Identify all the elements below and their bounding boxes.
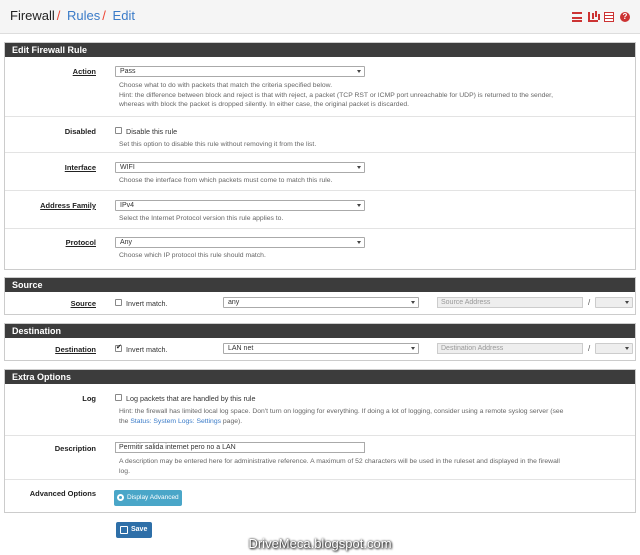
protocol-row: Protocol Any Choose which IP protocol th… xyxy=(5,229,635,267)
log-row: Log Log packets that are handled by this… xyxy=(5,384,635,436)
destination-invert-checkbox[interactable] xyxy=(115,343,122,352)
section-title-edit: Edit Firewall Rule xyxy=(5,43,635,57)
destination-mask-select[interactable] xyxy=(595,343,633,354)
disabled-help: Set this option to disable this rule wit… xyxy=(119,141,317,148)
chevron-down-icon xyxy=(357,241,361,244)
chevron-down-icon xyxy=(411,301,415,304)
destination-address-input[interactable]: Destination Address xyxy=(437,343,583,354)
section-title-destination: Destination xyxy=(5,324,635,338)
breadcrumb-edit: Edit xyxy=(112,8,135,23)
action-help: Choose what to do with packets that matc… xyxy=(119,81,553,110)
extra-options-panel: Extra Options Log Log packets that are h… xyxy=(4,369,636,513)
breadcrumb-separator: / xyxy=(102,8,106,23)
save-button-label: Save xyxy=(131,526,148,533)
sliders-icon[interactable] xyxy=(572,12,582,22)
breadcrumb-rules[interactable]: Rules xyxy=(67,8,100,23)
disable-rule-checkbox[interactable] xyxy=(115,127,122,134)
protocol-select[interactable]: Any xyxy=(115,237,365,248)
description-input[interactable]: Permitir salida internet pero no a LAN xyxy=(115,442,365,453)
source-label: Source xyxy=(70,299,96,308)
protocol-label: Protocol xyxy=(65,238,96,247)
address-family-select[interactable]: IPv4 xyxy=(115,200,365,211)
source-type-select[interactable]: any xyxy=(223,297,419,308)
action-help-line: Hint: the difference between block and r… xyxy=(119,91,553,99)
log-checkbox-label[interactable]: Log packets that are handled by this rul… xyxy=(126,394,255,403)
chevron-down-icon xyxy=(357,70,361,73)
list-icon[interactable] xyxy=(604,12,614,22)
gear-icon xyxy=(117,494,124,501)
protocol-select-value: Any xyxy=(120,239,133,246)
log-help-line: the Status: System Logs: Settings page). xyxy=(119,417,563,427)
source-invert-label[interactable]: Invert match. xyxy=(126,299,168,308)
destination-invert-label[interactable]: Invert match. xyxy=(126,345,168,354)
action-row: Action Pass Choose what to do with packe… xyxy=(5,57,635,117)
display-advanced-label: Display Advanced xyxy=(127,494,179,501)
description-label: Description xyxy=(54,444,96,453)
chevron-down-icon xyxy=(357,204,361,207)
top-bar: Firewall / Rules / Edit ? xyxy=(0,0,640,34)
log-help-text: page). xyxy=(221,417,243,425)
edit-rule-panel: Edit Firewall Rule Action Pass Choose wh… xyxy=(4,42,636,270)
source-row: Source Invert match. any Source Address … xyxy=(5,292,635,315)
breadcrumb: Firewall / Rules / Edit xyxy=(10,8,135,23)
destination-type-select[interactable]: LAN net xyxy=(223,343,419,354)
breadcrumb-separator: / xyxy=(56,8,61,23)
section-title-source: Source xyxy=(5,278,635,292)
advanced-row: Advanced Options xyxy=(5,480,635,513)
advanced-options-label: Advanced Options xyxy=(29,489,96,498)
disabled-label: Disabled xyxy=(64,127,96,136)
interface-help: Choose the interface from which packets … xyxy=(119,177,333,184)
source-type-value: any xyxy=(228,299,240,306)
interface-row: Interface WIFI Choose the interface from… xyxy=(5,153,635,191)
description-row: Description Permitir salida internet per… xyxy=(5,436,635,480)
chevron-down-icon xyxy=(625,301,629,304)
chevron-down-icon xyxy=(411,347,415,350)
interface-select[interactable]: WIFI xyxy=(115,162,365,173)
address-family-label: Address Family xyxy=(40,201,96,210)
action-select-value: Pass xyxy=(120,68,136,75)
destination-panel: Destination Destination Invert match. LA… xyxy=(4,323,636,361)
disabled-row: Disabled Disable this rule Set this opti… xyxy=(5,117,635,153)
action-label: Action xyxy=(72,67,96,76)
destination-slash: / xyxy=(588,344,591,353)
log-help-text: the xyxy=(119,417,131,425)
source-mask-select[interactable] xyxy=(595,297,633,308)
help-icon[interactable]: ? xyxy=(620,12,630,22)
source-panel: Source Source Invert match. any Source A… xyxy=(4,277,636,315)
save-icon xyxy=(120,526,128,534)
address-family-select-value: IPv4 xyxy=(120,202,135,209)
log-checkbox[interactable] xyxy=(115,394,122,401)
log-help-line: Hint: the firewall has limited local log… xyxy=(119,408,564,415)
source-slash: / xyxy=(588,298,591,307)
description-help-line: A description may be entered here for ad… xyxy=(119,458,560,465)
description-help: A description may be entered here for ad… xyxy=(119,457,560,476)
section-title-extra: Extra Options xyxy=(5,370,635,384)
action-help-line: whereas with block the packet is dropped… xyxy=(119,101,410,108)
address-family-row: Address Family IPv4 Select the Internet … xyxy=(5,191,635,229)
destination-label: Destination xyxy=(55,345,96,354)
address-family-help: Select the Internet Protocol version thi… xyxy=(119,215,284,222)
destination-row: Destination Invert match. LAN net Destin… xyxy=(5,338,635,361)
description-help-line: log. xyxy=(119,467,130,475)
system-logs-settings-link[interactable]: Status: System Logs: Settings xyxy=(130,418,221,425)
disable-rule-checkbox-label[interactable]: Disable this rule xyxy=(126,127,177,136)
action-select[interactable]: Pass xyxy=(115,66,365,77)
watermark: DriveMeca.blogspot.com xyxy=(248,536,392,551)
log-label: Log xyxy=(82,394,96,403)
source-invert-checkbox[interactable] xyxy=(115,299,122,306)
action-help-line: Choose what to do with packets that matc… xyxy=(119,82,333,89)
breadcrumb-firewall[interactable]: Firewall xyxy=(10,8,55,23)
interface-select-value: WIFI xyxy=(120,164,135,171)
chevron-down-icon xyxy=(625,347,629,350)
bar-chart-icon[interactable] xyxy=(588,12,598,22)
protocol-help: Choose which IP protocol this rule shoul… xyxy=(119,252,266,259)
source-address-input[interactable]: Source Address xyxy=(437,297,583,308)
log-help: Hint: the firewall has limited local log… xyxy=(119,407,563,426)
header-icons: ? xyxy=(572,12,630,22)
interface-label: Interface xyxy=(64,163,96,172)
destination-type-value: LAN net xyxy=(228,345,254,352)
display-advanced-button[interactable]: Display Advanced xyxy=(114,490,182,506)
chevron-down-icon xyxy=(357,166,361,169)
